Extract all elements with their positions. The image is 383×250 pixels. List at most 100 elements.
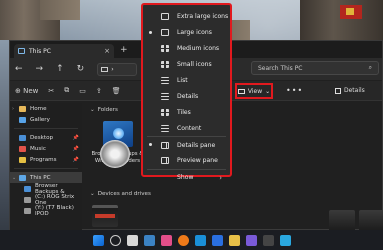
sidebar-item-label: Music (30, 145, 46, 152)
app-icon[interactable] (245, 234, 257, 246)
address-chevron-icon: › (111, 65, 114, 73)
taskbar (0, 230, 383, 250)
start-icon[interactable] (92, 234, 104, 246)
desktop-icon (19, 134, 26, 141)
file-explorer-icon[interactable] (228, 234, 240, 246)
chevron-right-icon: › (12, 105, 14, 112)
app-icon[interactable] (160, 234, 172, 246)
monitor-icon (161, 29, 169, 37)
sidebar-item-label: (Y:) (T7 Black) IPOD (35, 204, 74, 217)
drive-tile[interactable] (329, 210, 355, 232)
up-button[interactable]: ↑ (56, 64, 64, 74)
cut-icon[interactable]: ✂ (48, 87, 54, 95)
rename-icon[interactable]: ▭ (79, 87, 86, 95)
menu-item-label: Details pane (177, 141, 216, 149)
sidebar-item-drive-y[interactable]: (Y:) (T7 Black) IPOD (10, 204, 82, 217)
grid-icon (161, 61, 169, 69)
chevron-down-icon: ⌄ (265, 87, 271, 95)
app-icon[interactable] (143, 234, 155, 246)
pin-icon: 📌 (72, 156, 79, 163)
new-tab-button[interactable]: + (120, 45, 128, 55)
sidebar-item-drive-c[interactable]: (C:) ROG Strix One (10, 194, 82, 206)
copy-icon[interactable]: ⧉ (64, 86, 69, 95)
folders-group-header[interactable]: ⌄ Folders (84, 105, 383, 115)
monitor-icon (237, 88, 245, 94)
new-button[interactable]: ⊕ New (15, 87, 38, 95)
sidebar-item-desktop[interactable]: Desktop 📌 (10, 132, 82, 143)
edge-icon[interactable] (194, 234, 206, 246)
folder-icon (19, 156, 26, 163)
menu-item-medium-icons[interactable]: Medium icons (143, 41, 230, 57)
more-options-button[interactable]: ••• (286, 86, 303, 95)
sidebar-item-music[interactable]: Music 📌 (10, 143, 82, 154)
search-input[interactable]: Search This PC ⌕ (251, 61, 379, 75)
sidebar-item-browser-backups[interactable]: Browser Backups & (10, 183, 82, 195)
pin-icon: 📌 (72, 145, 79, 152)
close-tab-icon[interactable]: × (104, 47, 110, 55)
group-label: Devices and drives (97, 191, 151, 197)
view-dropdown-menu: Extra large icons Large icons Medium ico… (141, 3, 232, 182)
menu-item-preview-pane[interactable]: Preview pane (143, 153, 230, 169)
drive-tile[interactable] (359, 210, 383, 232)
devices-group-header[interactable]: ⌄ Devices and drives (84, 189, 151, 199)
address-bar[interactable]: › (97, 62, 138, 76)
menu-item-small-icons[interactable]: Small icons (143, 57, 230, 73)
details-label: Details (344, 87, 365, 94)
details-pane-button[interactable]: Details (335, 87, 365, 94)
view-button[interactable]: View ⌄ (235, 83, 273, 99)
grid-icon (161, 45, 169, 53)
tab-label: This PC (29, 47, 51, 55)
home-icon (19, 105, 26, 112)
group-label: Folders (97, 107, 118, 113)
menu-item-label: Tiles (177, 108, 191, 116)
sidebar-item-programs[interactable]: Programs 📌 (10, 154, 82, 165)
menu-item-label: Show (177, 174, 194, 182)
search-icon[interactable] (109, 234, 121, 246)
list-icon (161, 124, 169, 132)
search-icon: ⌕ (368, 64, 372, 71)
wallpaper-flag (340, 5, 362, 19)
app-icon[interactable] (211, 234, 223, 246)
forward-button[interactable]: → (36, 64, 44, 74)
pin-icon: 📌 (72, 134, 79, 141)
delete-icon[interactable]: 🗑 (112, 87, 121, 95)
disc-drive-icon[interactable] (100, 140, 130, 168)
menu-item-tiles[interactable]: Tiles (143, 104, 230, 120)
selected-bullet-icon (149, 30, 152, 34)
share-icon[interactable]: ⇪ (96, 87, 102, 95)
menu-item-show[interactable]: Show › (143, 170, 230, 186)
divider (14, 128, 78, 129)
sidebar-item-label: Gallery (30, 116, 50, 123)
menu-item-details[interactable]: Details (143, 88, 230, 104)
view-label: View (247, 87, 263, 95)
menu-item-list[interactable]: List (143, 73, 230, 89)
grid-icon (161, 108, 169, 116)
back-button[interactable]: ← (15, 64, 23, 74)
menu-item-label: Large icons (177, 29, 212, 37)
drive-tile[interactable] (92, 205, 118, 227)
folder-icon (24, 185, 31, 192)
music-icon (19, 145, 26, 152)
search-placeholder: Search This PC (258, 64, 303, 72)
firefox-icon[interactable] (177, 234, 189, 246)
app-icon[interactable] (262, 234, 274, 246)
menu-item-content[interactable]: Content (143, 120, 230, 136)
menu-item-details-pane[interactable]: Details pane (143, 137, 230, 153)
chevron-down-icon: ⌄ (90, 191, 95, 197)
refresh-button[interactable]: ↻ (77, 64, 85, 74)
menu-item-large-icons[interactable]: Large icons (143, 25, 230, 41)
menu-item-extra-large-icons[interactable]: Extra large icons (143, 9, 230, 25)
pane-icon (161, 141, 169, 149)
sidebar-item-home[interactable]: › Home (10, 103, 82, 114)
chevron-down-icon: ⌄ (12, 174, 17, 181)
tab-this-pc[interactable]: This PC × (14, 44, 114, 58)
sidebar-item-this-pc[interactable]: ⌄ This PC (10, 172, 82, 183)
sidebar-item-gallery[interactable]: Gallery (10, 114, 82, 125)
wallpaper-tower (40, 0, 80, 20)
menu-item-label: Small icons (177, 61, 212, 69)
task-view-icon[interactable] (126, 234, 138, 246)
details-icon (335, 87, 341, 94)
app-icon[interactable] (279, 234, 291, 246)
this-pc-icon (18, 48, 25, 54)
menu-item-label: Content (177, 124, 202, 132)
